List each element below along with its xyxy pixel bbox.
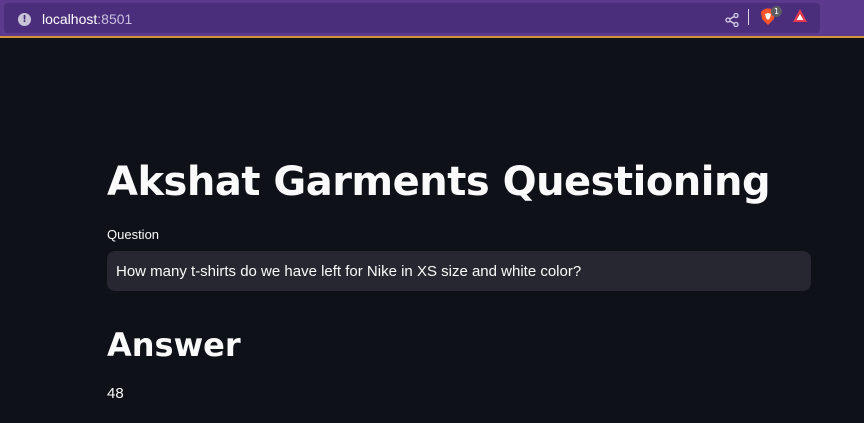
url-port: :8501	[97, 11, 133, 27]
page-title: Akshat Garments Questioning	[107, 159, 771, 205]
answer-heading: Answer	[107, 326, 241, 364]
info-icon[interactable]: !	[18, 13, 31, 26]
answer-value: 48	[107, 385, 124, 402]
url-text[interactable]: localhost:8501	[42, 11, 132, 27]
address-bar[interactable]: ! localhost:8501	[4, 3, 820, 33]
shields-count-badge: 1	[771, 6, 782, 17]
question-input[interactable]	[107, 251, 811, 291]
question-label: Question	[107, 227, 160, 242]
share-icon[interactable]	[724, 12, 740, 28]
browser-toolbar: ! localhost:8501 1	[0, 0, 864, 38]
url-host: localhost	[42, 11, 98, 27]
toolbar-divider	[748, 9, 749, 25]
brave-rewards-icon[interactable]	[792, 8, 808, 24]
